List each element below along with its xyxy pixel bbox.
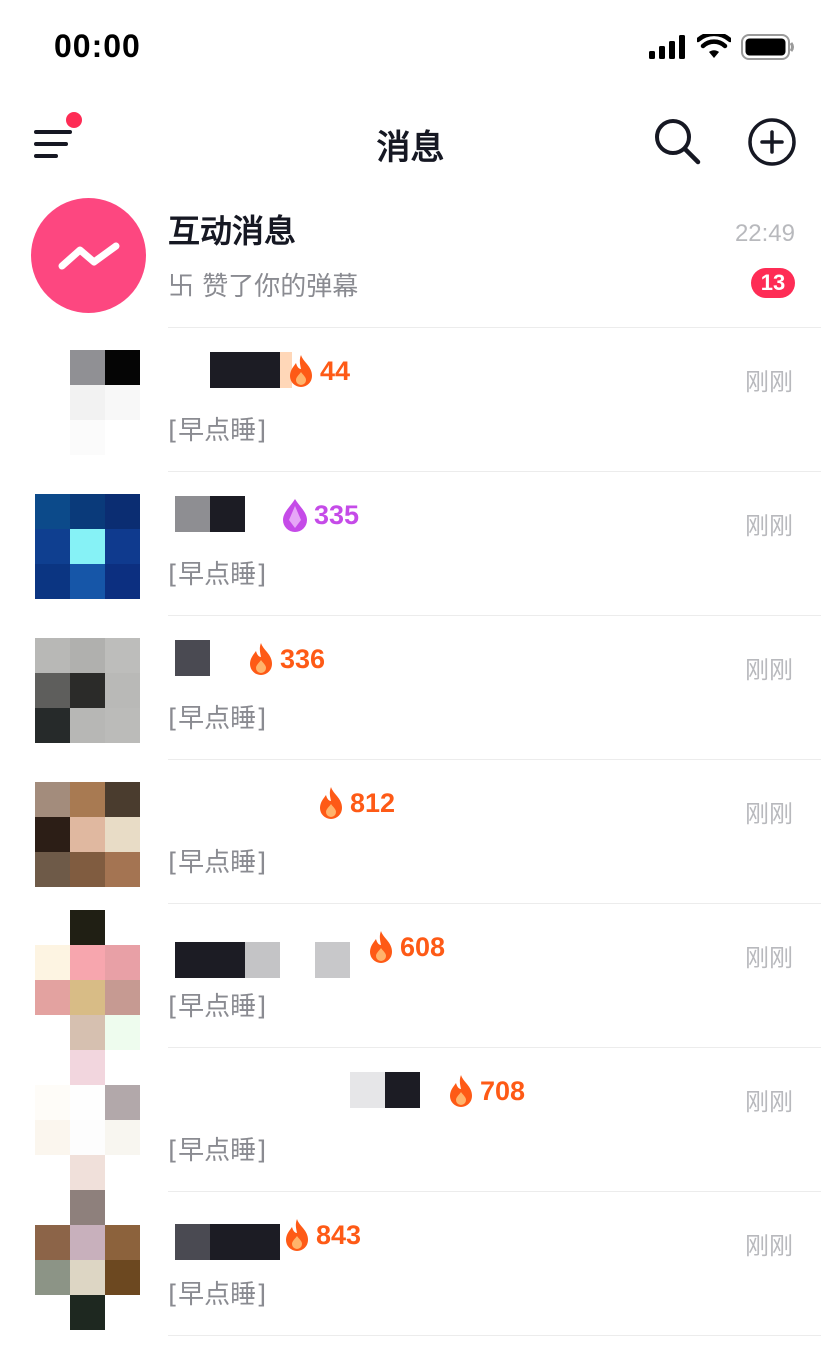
header: 消息 (0, 96, 821, 188)
streak-indicator: 335 (280, 498, 359, 532)
divider (168, 759, 821, 760)
interaction-messages-row[interactable]: 互动消息 卐 赞了你的弹幕 22:49 13 (0, 190, 821, 328)
streak-indicator: 843 (282, 1218, 361, 1252)
status-time: 00:00 (54, 28, 141, 64)
contact-name-blurred (350, 1072, 420, 1108)
avatar (35, 1085, 140, 1190)
chat-row[interactable]: 336 [早点睡] 刚刚 (0, 618, 821, 762)
chat-row[interactable]: 44 [早点睡] 刚刚 (0, 330, 821, 474)
contact-name-blurred (175, 1224, 280, 1260)
streak-indicator: 336 (246, 642, 325, 676)
message-time: 刚刚 (745, 512, 793, 540)
divider (168, 327, 821, 328)
search-button[interactable] (652, 116, 702, 166)
divider (168, 903, 821, 904)
status-icons (649, 34, 795, 60)
chat-row[interactable]: 335 [早点睡] 刚刚 (0, 474, 821, 618)
message-time: 刚刚 (745, 1232, 793, 1260)
streak-indicator: 44 (286, 354, 350, 388)
signal-icon (649, 35, 685, 59)
wifi-icon (697, 34, 731, 58)
avatar (35, 638, 140, 743)
fire-icon (370, 931, 392, 963)
divider (168, 1191, 821, 1192)
avatar (35, 782, 140, 887)
plus-circle-icon (748, 118, 796, 166)
interaction-title: 互动消息 (168, 212, 297, 250)
avatar (35, 494, 140, 599)
message-preview: [早点睡] (168, 992, 267, 1022)
fire-icon (286, 1219, 308, 1251)
zigzag-icon (58, 242, 119, 269)
fire-icon (290, 355, 312, 387)
fire-icon (450, 1075, 472, 1107)
streak-count: 336 (280, 643, 326, 674)
fire-icon (250, 643, 272, 675)
streak-indicator: 812 (316, 786, 395, 820)
message-time: 刚刚 (745, 944, 793, 972)
message-time: 刚刚 (745, 656, 793, 684)
message-preview: [早点睡] (168, 416, 267, 446)
divider (168, 471, 821, 472)
battery-icon (741, 34, 794, 60)
chat-row[interactable]: 608 [早点睡] 刚刚 (0, 906, 821, 1085)
streak-count: 335 (314, 499, 360, 530)
streak-count: 44 (320, 355, 351, 386)
message-time: 刚刚 (745, 368, 793, 396)
message-time: 刚刚 (745, 1088, 793, 1116)
streak-count: 843 (316, 1219, 362, 1250)
fire-icon (320, 787, 342, 819)
avatar (35, 350, 140, 455)
contact-name-blurred (175, 942, 350, 978)
interaction-subtitle: 卐 赞了你的弹幕 (168, 272, 359, 302)
message-preview: [早点睡] (168, 1280, 267, 1310)
contact-name-blurred (210, 352, 292, 388)
add-button[interactable] (746, 116, 798, 168)
streak-indicator: 608 (366, 930, 445, 964)
divider (168, 1335, 821, 1336)
chat-row[interactable]: 843 [早点睡] 刚刚 (0, 1190, 821, 1338)
message-preview: [早点睡] (168, 848, 267, 878)
message-preview: [早点睡] (168, 560, 267, 590)
divider (168, 615, 821, 616)
contact-name-blurred (175, 496, 245, 532)
status-bar: 00:00 (0, 0, 821, 96)
message-preview: [早点睡] (168, 704, 267, 734)
streak-indicator: 708 (446, 1074, 525, 1108)
interaction-time: 22:49 (734, 220, 795, 247)
avatar (35, 1190, 140, 1330)
streak-count: 708 (480, 1075, 526, 1106)
crystal-icon (283, 499, 307, 532)
divider (168, 1047, 821, 1048)
streak-count: 608 (400, 931, 446, 962)
interaction-avatar (31, 198, 146, 313)
unread-badge: 13 (751, 268, 795, 298)
search-icon (655, 119, 701, 165)
chat-row[interactable]: 708 [早点睡] 刚刚 (0, 1050, 821, 1194)
streak-count: 812 (350, 787, 396, 818)
chat-row[interactable]: 812 [早点睡] 刚刚 (0, 762, 821, 906)
message-time: 刚刚 (745, 800, 793, 828)
message-preview: [早点睡] (168, 1136, 267, 1166)
contact-name-blurred (175, 640, 210, 676)
